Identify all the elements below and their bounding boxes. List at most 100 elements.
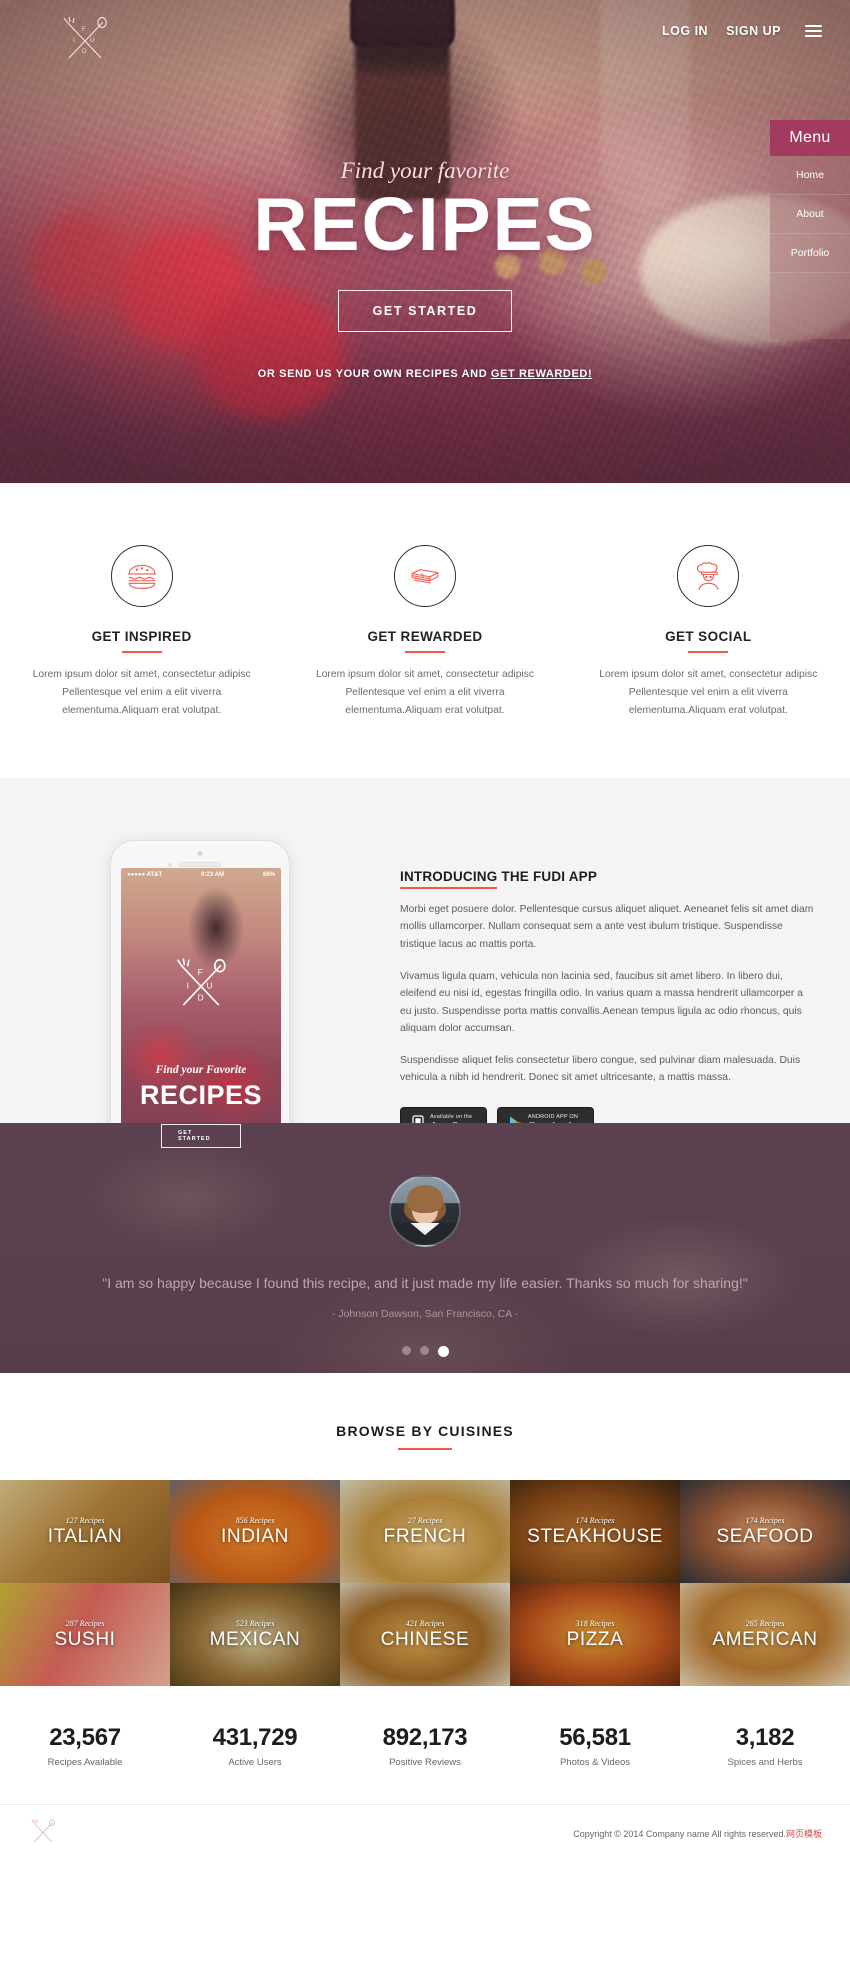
phone-fudi-logo-icon: F U D I [170,956,232,1017]
feature-get-rewarded: $ GET REWARDED Lorem ipsum dolor sit ame… [283,545,566,720]
copyright-text: Copyright © 2014 Company name All rights… [573,1827,822,1840]
cuisine-tile-italian[interactable]: 127 Recipes ITALIAN [0,1480,170,1584]
testimonial-author: - Johnson Dawson, San Francisco, CA - [331,1307,519,1320]
app-store-top: Available on the [430,1113,473,1120]
get-rewarded-link[interactable]: GET REWARDED! [491,368,592,380]
slide-menu-item-about[interactable]: About [770,195,850,234]
burger-icon [110,545,173,607]
hero-eyebrow: Find your favorite [340,158,510,183]
app-paragraph-2: Vivamus ligula quam, vehicula non lacini… [400,970,803,1034]
carousel-dot-3[interactable] [437,1345,449,1357]
cuisine-name: PIZZA [566,1628,624,1650]
cuisine-tile-pizza[interactable]: 318 Recipes PIZZA [510,1583,680,1687]
phone-screen: ●●●●● AT&T 9:23 AM 66% F U D I Find your… [121,868,281,1167]
feature-underline [688,651,729,653]
feature-description: Lorem ipsum dolor sit amet, consectetur … [315,669,535,717]
slide-menu-item-portfolio[interactable]: Portfolio [770,234,850,273]
app-title-underlined: INTRODUCING [400,869,498,890]
phone-status-bar: ●●●●● AT&T 9:23 AM 66% [121,868,281,882]
phone-carrier: ●●●●● AT&T [127,872,163,879]
chef-icon [677,545,740,607]
hero-section: F U D I LOG IN SIGN UP Find your favorit… [0,0,850,483]
cuisines-underline [398,1448,452,1451]
app-promo-section: ●●●●● AT&T 9:23 AM 66% F U D I Find your… [0,778,850,1171]
feature-get-social: GET SOCIAL Lorem ipsum dolor sit amet, c… [567,545,850,720]
feature-description: Lorem ipsum dolor sit amet, consectetur … [32,669,251,717]
footer-logo-icon[interactable] [28,1818,58,1850]
phone-camera-icon [197,851,203,857]
cuisine-tile-seafood[interactable]: 174 Recipes SEAFOOD [680,1480,850,1584]
cuisine-tile-mexican[interactable]: 523 Recipes MEXICAN [170,1583,340,1687]
features-section: GET INSPIRED Lorem ipsum dolor sit amet,… [0,483,850,779]
cuisine-tile-sushi[interactable]: 287 Recipes SUSHI [0,1583,170,1687]
phone-time: 9:23 AM [201,872,224,879]
cuisines-grid: 127 Recipes ITALIAN 856 Recipes INDIAN 2… [0,1480,850,1687]
hero-subtext-prefix: OR SEND US YOUR OWN RECIPES AND [257,368,491,380]
cuisine-name: STEAKHOUSE [527,1525,663,1547]
stat-label: Positive Reviews [389,1757,461,1769]
testimonial-quote: "I am so happy because I found this reci… [102,1275,748,1292]
carousel-dots [0,1345,850,1357]
feature-title: GET REWARDED [367,629,483,644]
footer: Copyright © 2014 Company name All rights… [0,1804,850,1862]
cuisine-recipe-count: 127 Recipes [65,1515,105,1525]
stat-number: 892,173 [382,1724,468,1752]
svg-text:F: F [82,26,86,33]
copyright-cn: 网页模板 [785,1829,822,1840]
testimonial-background [0,1123,850,1374]
app-section-title: INTRODUCING THE FUDI APP [400,869,598,890]
app-title-rest: THE FUDI APP [497,869,598,885]
cuisine-recipe-count: 318 Recipes [575,1618,615,1628]
stats-section: 23,567 Recipes Available 431,729 Active … [0,1686,850,1805]
cuisine-name: SEAFOOD [716,1525,814,1547]
cuisine-recipe-count: 265 Recipes [745,1618,785,1628]
cuisine-name: SUSHI [54,1628,116,1650]
cuisine-tile-american[interactable]: 265 Recipes AMERICAN [680,1583,850,1687]
cuisine-recipe-count: 27 Recipes [407,1515,443,1525]
top-navigation-bar: F U D I LOG IN SIGN UP [0,0,850,62]
stat-label: Recipes Available [47,1757,123,1769]
cuisines-heading-section: BROWSE BY CUISINES [0,1373,850,1481]
cuisine-tile-chinese[interactable]: 421 Recipes CHINESE [340,1583,510,1687]
svg-text:U: U [90,37,95,44]
cuisine-recipe-count: 174 Recipes [575,1515,615,1525]
cuisine-name: ITALIAN [47,1525,123,1547]
signup-link[interactable]: SIGN UP [726,24,781,38]
cuisine-recipe-count: 174 Recipes [745,1515,785,1525]
app-text-column: INTRODUCING THE FUDI APP Morbi eget posu… [400,840,815,1139]
login-link[interactable]: LOG IN [662,24,708,38]
feature-title: GET INSPIRED [91,629,192,644]
slide-menu-filler [770,273,850,339]
feature-description: Lorem ipsum dolor sit amet, consectetur … [599,669,818,717]
carousel-dot-2[interactable] [419,1345,429,1355]
phone-sensor-icon [168,863,172,868]
carousel-dot-1[interactable] [401,1345,411,1355]
svg-text:U: U [207,980,213,990]
cuisine-name: AMERICAN [712,1628,818,1650]
phone-eyebrow: Find your Favorite [155,1064,247,1077]
google-play-top: ANDROID APP ON [527,1113,578,1120]
svg-text:I: I [187,980,189,990]
avatar [389,1175,461,1248]
slide-menu-title[interactable]: Menu [770,120,850,156]
svg-text:I: I [73,37,75,44]
slide-menu-item-home[interactable]: Home [770,156,850,195]
stat-recipes-available: 23,567 Recipes Available [0,1724,170,1768]
copyright-main: Copyright © 2014 Company name All rights… [573,1829,786,1840]
hamburger-menu-icon[interactable] [805,25,822,37]
fudi-logo-icon[interactable]: F U D I [57,14,113,64]
stat-spices-herbs: 3,182 Spices and Herbs [680,1724,850,1768]
phone-get-started-button[interactable]: GET STARTED [161,1124,241,1149]
feature-underline [404,651,445,653]
cuisine-name: INDIAN [221,1525,289,1547]
cuisine-tile-steakhouse[interactable]: 174 Recipes STEAKHOUSE [510,1480,680,1584]
cuisine-tile-indian[interactable]: 856 Recipes INDIAN [170,1480,340,1584]
phone-speaker [179,862,221,868]
get-started-button[interactable]: GET STARTED [337,290,513,332]
hero-title: RECIPES [253,182,597,266]
stat-photos-videos: 56,581 Photos & Videos [510,1724,680,1768]
stat-number: 23,567 [49,1724,121,1752]
cuisine-recipe-count: 856 Recipes [235,1515,275,1525]
cuisine-tile-french[interactable]: 27 Recipes FRENCH [340,1480,510,1584]
cuisine-name: MEXICAN [209,1628,301,1650]
